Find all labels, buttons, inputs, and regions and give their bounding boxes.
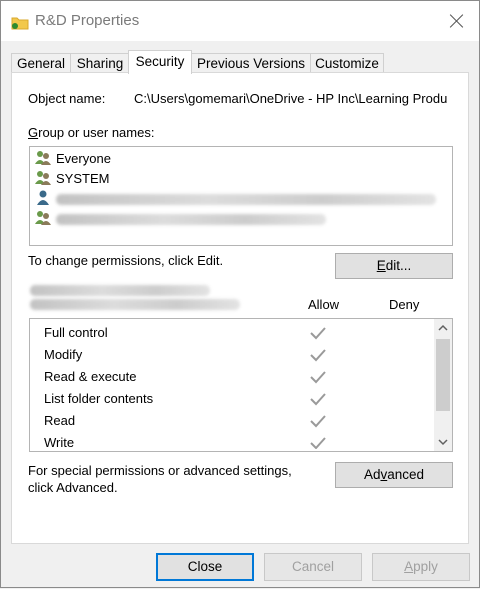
allow-check-icon xyxy=(308,435,328,449)
permission-row: Read xyxy=(44,413,76,428)
redacted-user-name xyxy=(56,194,436,206)
scroll-up-arrow-icon[interactable] xyxy=(434,319,452,337)
title-bar: R&D Properties xyxy=(1,1,479,41)
tab-security[interactable]: Security xyxy=(128,50,192,74)
special-permissions-text-line1: For special permissions or advanced sett… xyxy=(28,463,292,478)
group-users-icon xyxy=(34,170,52,186)
close-button[interactable]: Close xyxy=(156,553,254,581)
permission-row: Write xyxy=(44,435,75,450)
list-item[interactable] xyxy=(34,189,436,209)
scroll-down-arrow-icon[interactable] xyxy=(434,433,452,451)
permission-row: Full control xyxy=(44,325,108,340)
properties-dialog: R&D Properties General Sharing Security … xyxy=(0,0,480,588)
permissions-for-label-line1 xyxy=(30,285,210,296)
group-users-icon xyxy=(34,150,52,166)
allow-check-icon xyxy=(308,413,328,429)
apply-button[interactable]: Apply xyxy=(372,553,470,581)
tab-general[interactable]: General xyxy=(11,53,71,73)
permissions-for-label-line2 xyxy=(30,299,240,310)
permission-row: Read & execute xyxy=(44,369,137,384)
group-list-label: Group or user names: xyxy=(28,125,155,140)
permissions-scrollbar[interactable] xyxy=(434,319,452,451)
group-user-list[interactable]: Everyone SYSTEM xyxy=(29,146,453,246)
object-name-label: Object name: xyxy=(28,91,106,106)
tab-previous-versions[interactable]: Previous Versions xyxy=(191,53,311,73)
permission-row: List folder contents xyxy=(44,391,154,406)
permission-row: Modify xyxy=(44,347,83,362)
permissions-list: Full control Modify Read & execute List … xyxy=(29,318,453,452)
deny-column-header: Deny xyxy=(389,297,420,312)
object-name-value: C:\Users\gomemari\OneDrive - HP Inc\Lear… xyxy=(134,91,448,106)
group-users-icon xyxy=(34,210,52,226)
allow-column-header: Allow xyxy=(308,297,340,312)
user-icon xyxy=(34,190,52,206)
list-item[interactable] xyxy=(34,209,326,229)
advanced-button[interactable]: Advanced xyxy=(335,462,453,488)
allow-check-icon xyxy=(308,347,328,363)
dialog-button-bar: Close Cancel Apply xyxy=(1,549,479,589)
edit-button[interactable]: Edit... xyxy=(335,253,453,279)
list-item[interactable]: SYSTEM xyxy=(34,169,109,189)
allow-check-icon xyxy=(308,391,328,407)
list-item[interactable]: Everyone xyxy=(34,149,111,169)
redacted-group-name xyxy=(56,214,326,226)
folder-icon xyxy=(11,14,29,30)
allow-check-icon xyxy=(308,369,328,385)
scroll-thumb[interactable] xyxy=(436,339,450,411)
window-title: R&D Properties xyxy=(35,12,140,29)
cancel-button[interactable]: Cancel xyxy=(264,553,362,581)
tab-sharing[interactable]: Sharing xyxy=(70,53,130,73)
special-permissions-text-line2: click Advanced. xyxy=(28,480,118,495)
security-panel: Object name: C:\Users\gomemari\OneDrive … xyxy=(11,72,469,544)
allow-check-icon xyxy=(308,325,328,341)
tab-customize[interactable]: Customize xyxy=(310,53,384,73)
change-permissions-text: To change permissions, click Edit. xyxy=(28,253,224,268)
close-window-button[interactable] xyxy=(447,11,467,31)
